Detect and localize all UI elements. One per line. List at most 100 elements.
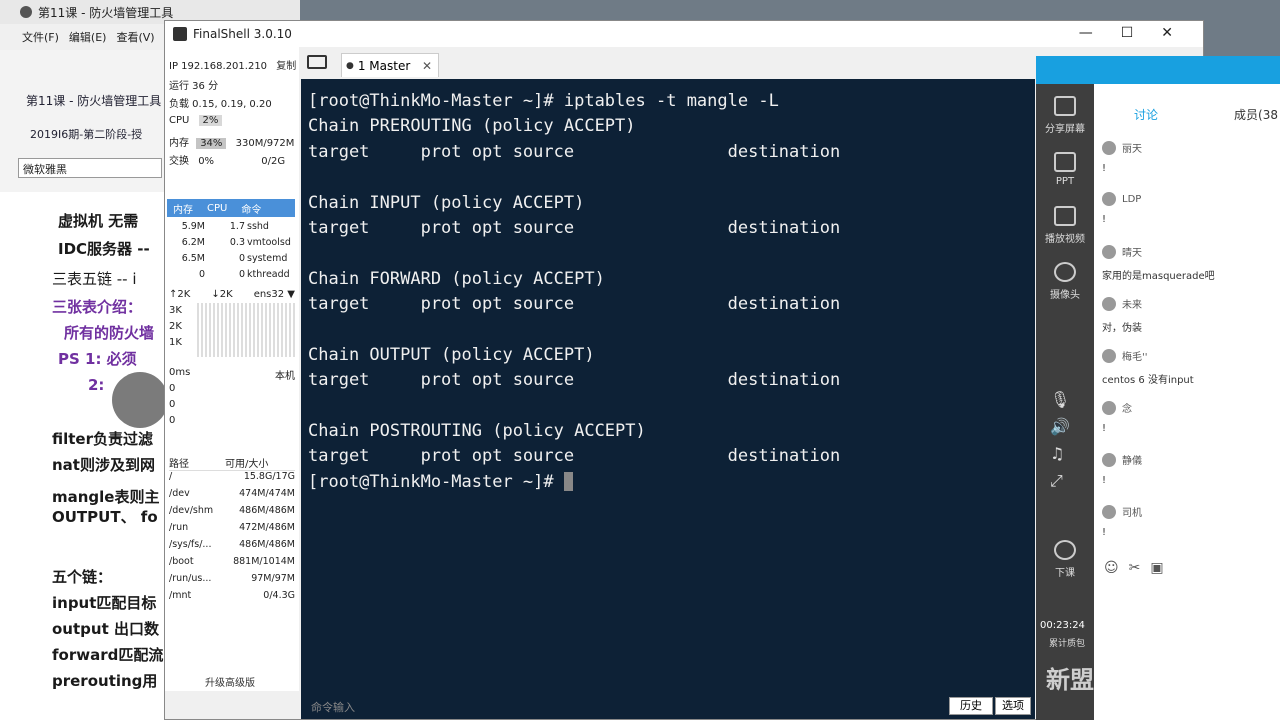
proc-col-cpu[interactable]: CPU	[207, 203, 227, 214]
doc-line: mangle表则主	[52, 488, 160, 506]
avatar	[1102, 296, 1116, 311]
cpu-label: CPU	[169, 115, 190, 126]
process-row[interactable]: 0 0 kthreadd	[169, 269, 295, 280]
upgrade-link[interactable]: 升级高级版	[205, 674, 255, 689]
avatar	[1102, 140, 1116, 155]
minimize-icon[interactable]: —	[1079, 25, 1093, 41]
net-tick: 2K	[169, 321, 182, 332]
font-select[interactable]: 微软雅黑	[18, 158, 162, 178]
net-interface-select[interactable]: ens32 ▼	[254, 289, 295, 300]
disk-row[interactable]: /mnt 0/4.3G	[169, 590, 295, 601]
disk-row[interactable]: /run 472M/486M	[169, 522, 295, 533]
disk-col-path[interactable]: 路径	[169, 455, 225, 470]
stream-timer: 00:23:24	[1040, 620, 1085, 631]
power-icon	[1054, 540, 1076, 560]
terminal-line: target prot opt source destination	[308, 446, 841, 467]
tab-members[interactable]: 成员(38	[1234, 106, 1278, 123]
mem-value: 330M/972M	[235, 138, 295, 149]
avatar	[1102, 348, 1116, 363]
end-class-button[interactable]: 下课	[1036, 540, 1094, 579]
scissors-icon[interactable]: ✂	[1129, 560, 1141, 576]
chat-tabs: 讨论 成员(38	[1094, 84, 1280, 144]
speaker-icon[interactable]: 🔊	[1050, 417, 1070, 436]
history-button[interactable]: 历史	[949, 697, 993, 715]
stream-media-controls: 🎙 🔊 ♫ ⤢	[1050, 390, 1070, 491]
command-input[interactable]: 命令输入	[311, 699, 355, 715]
session-status-icon: ●	[346, 60, 354, 71]
ppt-button[interactable]: PPT	[1036, 152, 1094, 187]
cpu-value: 2%	[198, 115, 223, 126]
tab-master[interactable]: ● 1 Master ✕	[341, 53, 439, 77]
doc-line: IDC服务器 --	[58, 240, 150, 258]
swap-label: 交换	[169, 156, 189, 167]
menu-view[interactable]: 查看(V)	[116, 29, 154, 45]
net-download: ↓2K	[211, 289, 233, 300]
watermark-logo: 新盟	[1046, 666, 1094, 694]
lesson-title[interactable]: 第11课 - 防火墙管理工具	[26, 92, 161, 109]
process-row[interactable]: 5.9M 1.7 sshd	[169, 221, 295, 232]
share-screen-button[interactable]: 分享屏幕	[1036, 96, 1094, 135]
terminal-line: Chain INPUT (policy ACCEPT)	[308, 192, 585, 213]
music-icon[interactable]: ♫	[1050, 444, 1070, 463]
lesson-subtitle[interactable]: 2019I6期-第二阶段-授	[30, 126, 142, 142]
play-video-button[interactable]: 播放视频	[1036, 206, 1094, 245]
image-icon[interactable]: ▣	[1150, 560, 1163, 576]
maximize-icon[interactable]: ☐	[1121, 25, 1134, 41]
terminal-cursor	[563, 472, 573, 492]
process-row[interactable]: 6.5M 0 systemd	[169, 253, 295, 264]
camera-button[interactable]: 摄像头	[1036, 262, 1094, 301]
disk-row[interactable]: /run/us... 97M/97M	[169, 573, 295, 584]
disk-col-size[interactable]: 可用/大小	[225, 455, 295, 470]
doc-line: 五个链：	[52, 568, 113, 586]
doc-line: 虚拟机 无需	[58, 212, 139, 230]
chat-message: 晴天 家用的是masquerade吧	[1102, 244, 1215, 282]
latency-host: 本机	[275, 371, 295, 382]
live-stream-toolbar: 分享屏幕 PPT 播放视频 摄像头 下课 00:23:24 累计质包	[1036, 56, 1280, 720]
latency-value: 0	[169, 415, 176, 426]
latency-label: 0ms	[169, 367, 191, 378]
emoji-icon[interactable]: ☺	[1104, 560, 1119, 576]
menu-edit[interactable]: 编辑(E)	[69, 29, 107, 45]
fullscreen-icon[interactable]: ⤢	[1050, 471, 1070, 491]
stream-stat: 累计质包	[1048, 639, 1085, 649]
command-bar: 命令输入 历史 选项	[301, 691, 1035, 719]
disk-row[interactable]: /sys/fs/... 486M/486M	[169, 539, 295, 550]
menu-file[interactable]: 文件(F)	[22, 29, 59, 45]
latency-value: 0	[169, 383, 176, 394]
proc-col-mem[interactable]: 内存	[173, 201, 193, 216]
copy-ip-button[interactable]: 复制	[276, 61, 296, 72]
swap-usage: 交换 0% 0/2G	[169, 152, 285, 167]
proc-col-cmd[interactable]: 命令	[241, 201, 261, 216]
terminal-prompt-line: [root@ThinkMo-Master ~]#	[308, 470, 1028, 495]
terminal-output[interactable]: [root@ThinkMo-Master ~]# iptables -t man…	[301, 79, 1035, 691]
terminal-line: Chain POSTROUTING (policy ACCEPT)	[308, 421, 646, 442]
finalshell-title: FinalShell 3.0.10	[193, 27, 292, 41]
folder-icon[interactable]	[307, 55, 327, 69]
doc-line: 三张表介绍：	[52, 298, 143, 316]
cpu-usage: CPU 2%	[169, 115, 223, 126]
ppt-icon	[1054, 152, 1076, 172]
tab-discussion[interactable]: 讨论	[1134, 106, 1158, 123]
terminal-line: target prot opt source destination	[308, 370, 841, 391]
share-screen-icon	[1054, 96, 1076, 116]
disk-row[interactable]: /dev 474M/474M	[169, 488, 295, 499]
options-button[interactable]: 选项	[995, 697, 1031, 715]
disk-row[interactable]: /15.8G/17G	[169, 471, 295, 482]
tab-close-icon[interactable]: ✕	[422, 59, 432, 73]
disk-row[interactable]: /dev/shm 486M/486M	[169, 505, 295, 516]
doc-line: filter负责过滤	[52, 430, 154, 448]
process-row[interactable]: 6.2M 0.3 vmtoolsd	[169, 237, 295, 248]
terminal-line: [root@ThinkMo-Master ~]# iptables -t man…	[308, 91, 779, 111]
chat-toolbar: ☺ ✂ ▣	[1104, 560, 1164, 576]
window-controls: — ☐ ✕	[1079, 25, 1173, 41]
microphone-icon[interactable]: 🎙	[1050, 390, 1070, 409]
close-icon[interactable]: ✕	[1161, 25, 1173, 41]
doc-line: 三表五链 -- i	[52, 270, 137, 288]
mem-label: 内存	[169, 138, 189, 149]
net-upload: ↑2K	[169, 289, 191, 300]
disk-row[interactable]: /boot 881M/1014M	[169, 556, 295, 567]
net-tick: 1K	[169, 337, 182, 348]
